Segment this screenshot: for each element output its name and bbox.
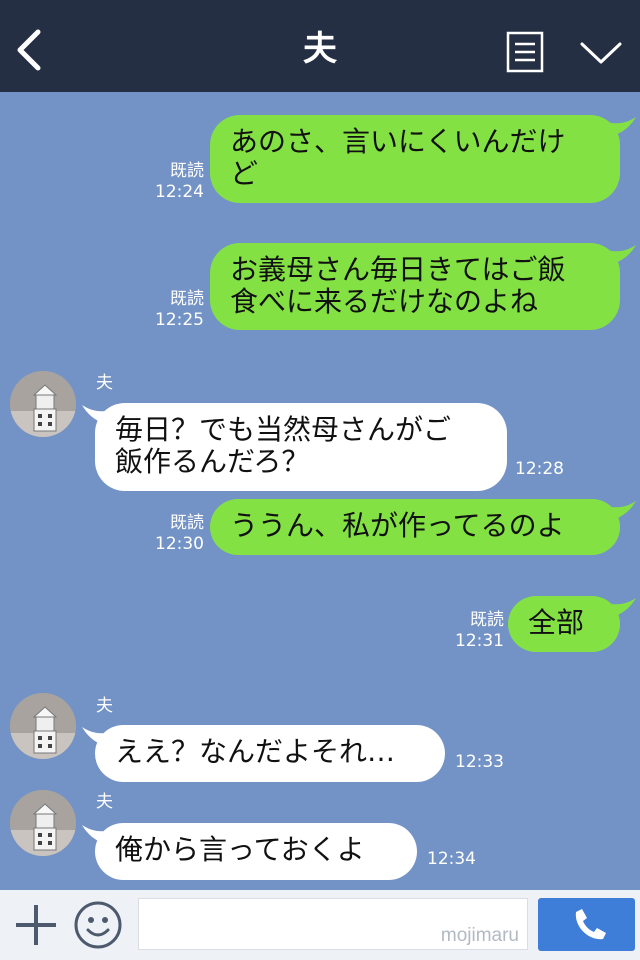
avatar[interactable] — [10, 790, 76, 856]
chat-header: 夫 — [0, 0, 640, 92]
watermark: mojimaru — [440, 925, 519, 946]
message-line: 毎日？でも当然母さんがご — [115, 413, 452, 446]
timestamp: 12:34 — [427, 849, 476, 869]
message-line: 食べに来るだけなのよね — [230, 285, 539, 318]
sender-name: 夫 — [96, 792, 113, 812]
message-line: 全部 — [528, 606, 585, 639]
timestamp: 12:30 — [155, 534, 204, 554]
timestamp: 12:33 — [455, 752, 504, 772]
message-bubble-incoming[interactable]: 俺から言っておくよ — [95, 823, 417, 880]
avatar-figure-icon — [10, 790, 76, 856]
message-bubble-incoming[interactable]: 毎日？でも当然母さんがご 飯作るんだろ？ — [95, 403, 507, 491]
message-line: あのさ、言いにくいんだけ — [230, 125, 566, 158]
message-line: 俺から言っておくよ — [115, 833, 365, 866]
timestamp: 12:31 — [455, 631, 504, 651]
message-input[interactable]: mojimaru — [138, 898, 528, 950]
message-bubble-incoming[interactable]: ええ？なんだよそれ… — [95, 725, 445, 782]
message-line: ううん、私が作ってるのよ — [230, 509, 565, 542]
avatar[interactable] — [10, 693, 76, 759]
timestamp: 12:24 — [155, 182, 204, 202]
chat-area[interactable]: あのさ、言いにくいんだけ ど 既読 12:24 お義母さん毎日きてはご飯 食べに… — [0, 92, 640, 890]
phone-icon — [575, 909, 606, 940]
avatar[interactable] — [10, 371, 76, 437]
message-line: お義母さん毎日きてはご飯 — [230, 253, 566, 286]
read-receipt: 既読 — [170, 289, 204, 309]
smiley-icon[interactable] — [73, 900, 123, 950]
message-line: ど — [230, 157, 259, 190]
message-line: ええ？なんだよそれ… — [115, 735, 396, 768]
sender-name: 夫 — [96, 696, 113, 716]
message-bubble-outgoing[interactable]: ううん、私が作ってるのよ — [210, 499, 620, 555]
message-bubble-outgoing[interactable]: お義母さん毎日きてはご飯 食べに来るだけなのよね — [210, 243, 620, 330]
message-line: 飯作るんだろ？ — [115, 445, 310, 478]
note-icon[interactable] — [506, 31, 544, 73]
timestamp: 12:25 — [155, 310, 204, 330]
message-meta: 既読 12:30 — [150, 513, 204, 555]
avatar-figure-icon — [10, 371, 76, 437]
timestamp: 12:28 — [515, 459, 564, 479]
call-button[interactable] — [538, 898, 635, 951]
message-meta: 既読 12:24 — [152, 161, 204, 203]
read-receipt: 既読 — [170, 513, 204, 533]
message-meta: 既読 12:31 — [450, 610, 504, 652]
chevron-down-icon[interactable] — [578, 38, 624, 68]
read-receipt: 既読 — [170, 161, 204, 181]
avatar-figure-icon — [10, 693, 76, 759]
plus-icon[interactable] — [14, 903, 58, 947]
message-bubble-outgoing[interactable]: あのさ、言いにくいんだけ ど — [210, 115, 620, 203]
chat-title: 夫 — [303, 29, 337, 69]
read-receipt: 既読 — [470, 610, 504, 630]
sender-name: 夫 — [96, 373, 113, 393]
message-bubble-outgoing[interactable]: 全部 — [508, 596, 620, 652]
message-meta: 既読 12:25 — [152, 289, 204, 331]
